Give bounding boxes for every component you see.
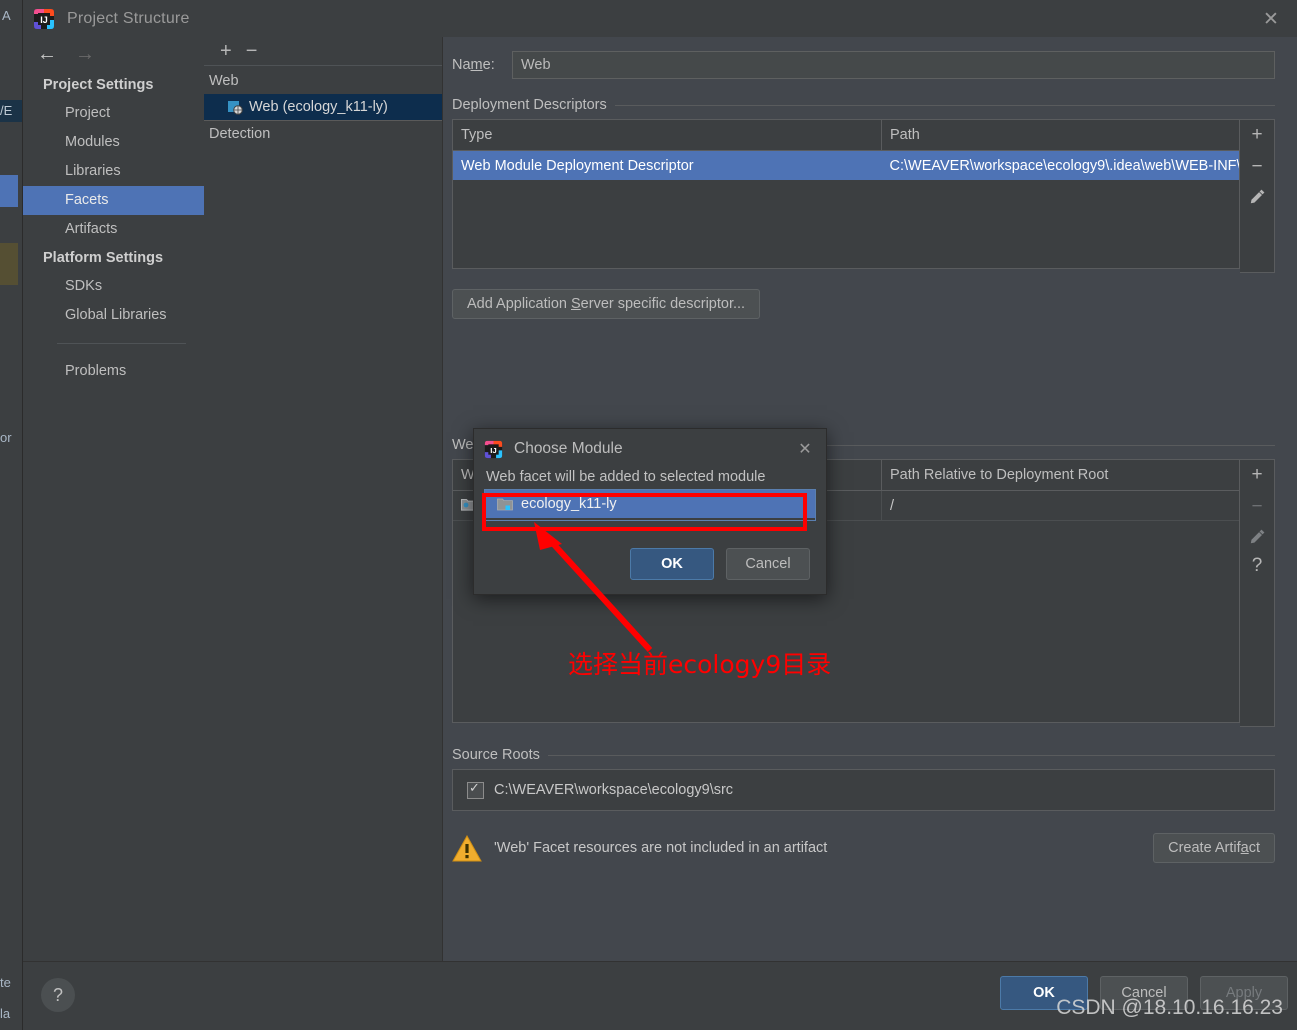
deployment-descriptors-table: Type Path Web Module Deployment Descript… <box>453 120 1239 180</box>
intellij-idea-icon: IJ <box>484 440 503 459</box>
forward-arrow-icon[interactable]: → <box>75 44 95 64</box>
source-root-path: C:\WEAVER\workspace\ecology9\src <box>494 782 734 798</box>
help-icon[interactable]: ? <box>1252 555 1263 577</box>
remove-facet-icon[interactable]: − <box>246 41 258 61</box>
warning-icon <box>452 834 482 862</box>
section-divider <box>614 104 1275 106</box>
table-header-row: Type Path <box>453 120 1239 151</box>
module-folder-icon <box>497 497 513 511</box>
remove-icon[interactable]: − <box>1251 156 1262 178</box>
deployment-descriptors-table-wrap: Type Path Web Module Deployment Descript… <box>452 119 1275 273</box>
facets-tree-group-web[interactable]: Web <box>204 68 442 94</box>
sidebar-item-artifacts[interactable]: Artifacts <box>23 215 204 244</box>
back-arrow-icon[interactable]: ← <box>37 44 57 64</box>
add-icon[interactable]: + <box>1251 464 1262 486</box>
column-header-path[interactable]: Path <box>881 120 1239 151</box>
facets-toolbar: + − <box>204 37 442 66</box>
create-artifact-button[interactable]: Create Artifact <box>1153 833 1275 863</box>
name-input[interactable] <box>512 51 1275 79</box>
source-roots-list: C:\WEAVER\workspace\ecology9\src <box>452 769 1275 811</box>
facets-tree-group-label: Web <box>209 73 239 89</box>
choose-module-dialog: IJ Choose Module ✕ Web facet will be add… <box>473 428 827 595</box>
section-divider <box>547 754 1275 756</box>
help-icon[interactable]: ? <box>41 978 75 1012</box>
sidebar-nav-arrows: ← → <box>23 37 204 71</box>
background-blue-marker <box>0 175 18 207</box>
add-facet-icon[interactable]: + <box>220 41 232 61</box>
background-fragment: /E <box>0 100 22 122</box>
sidebar-item-modules[interactable]: Modules <box>23 128 204 157</box>
add-descriptor-row: Add Application Server specific descript… <box>452 289 1275 319</box>
name-row: Name: <box>443 37 1297 79</box>
modal-cancel-button[interactable]: Cancel <box>726 548 810 580</box>
source-roots-section: Source Roots C:\WEAVER\workspace\ecology… <box>452 747 1275 811</box>
ide-background-left-strip <box>0 0 22 1030</box>
sidebar-group-project-settings: Project Settings <box>43 77 154 93</box>
background-fragment: or <box>0 430 12 445</box>
sidebar-divider <box>57 343 186 344</box>
edit-icon[interactable] <box>1249 188 1266 205</box>
sidebar-item-project[interactable]: Project <box>23 99 204 128</box>
choose-module-actions: OK Cancel <box>630 548 810 580</box>
sidebar-item-libraries[interactable]: Libraries <box>23 157 204 186</box>
remove-icon[interactable]: − <box>1251 496 1262 518</box>
annotation-text: 选择当前ecology9目录 <box>568 650 832 679</box>
window-title: Project Structure <box>67 9 190 27</box>
name-label: Name: <box>452 57 495 73</box>
watermark: CSDN @18.10.16.16.23 <box>1056 996 1283 1019</box>
section-title: Deployment Descriptors <box>452 97 607 113</box>
cell-type: Web Module Deployment Descriptor <box>453 150 882 180</box>
sidebar-item-global-libraries[interactable]: Global Libraries <box>23 301 204 330</box>
source-roots-header: Source Roots <box>452 747 1275 763</box>
add-application-server-descriptor-button[interactable]: Add Application Server specific descript… <box>452 289 761 319</box>
artifact-warning-row: 'Web' Facet resources are not included i… <box>452 833 1275 863</box>
facets-tree-group-label: Detection <box>209 126 271 142</box>
sidebar-item-problems[interactable]: Problems <box>23 357 204 386</box>
facets-tree-item-web-facet[interactable]: Web (ecology_k11-ly) <box>204 94 442 121</box>
svg-text:IJ: IJ <box>490 445 496 454</box>
background-fragment: la <box>0 1006 11 1021</box>
background-olive-marker <box>0 243 18 285</box>
column-header-type[interactable]: Type <box>453 120 882 151</box>
choose-module-title: Choose Module <box>514 440 623 457</box>
background-fragment: te <box>0 975 11 990</box>
sidebar-group-platform-settings: Platform Settings <box>43 250 164 266</box>
sidebar-item-sdks[interactable]: SDKs <box>23 272 204 301</box>
web-resource-tools: + − ? <box>1240 459 1275 727</box>
background-fragment: A <box>2 8 11 23</box>
facets-list-panel: + − Web Web (ecology_k11-ly) Detection <box>204 37 442 962</box>
modal-ok-button[interactable]: OK <box>630 548 714 580</box>
section-title: Source Roots <box>452 747 540 763</box>
settings-sidebar: ← → Project Settings Project Modules Lib… <box>23 37 205 962</box>
add-icon[interactable]: + <box>1251 124 1262 146</box>
edit-icon[interactable] <box>1249 528 1266 545</box>
column-header-path-relative[interactable]: Path Relative to Deployment Root <box>881 460 1239 491</box>
choose-module-description: Web facet will be added to selected modu… <box>486 469 766 485</box>
close-icon[interactable]: ✕ <box>1254 4 1288 34</box>
cell-path: C:\WEAVER\workspace\ecology9\.idea\web\W… <box>881 150 1239 180</box>
deployment-descriptors-tools: + − <box>1240 119 1275 273</box>
facets-tree-item-label: Web (ecology_k11-ly) <box>249 99 388 115</box>
cell-path-relative: / <box>881 490 1239 521</box>
title-bar: IJ Project Structure ✕ <box>23 0 1297 37</box>
module-list: ecology_k11-ly <box>484 489 816 521</box>
choose-module-title-bar: IJ Choose Module ✕ <box>474 429 826 469</box>
deployment-descriptors-header: Deployment Descriptors <box>452 97 1275 113</box>
module-name: ecology_k11-ly <box>521 496 617 512</box>
project-structure-window: A /E or te la y 19=1-1y IJ Project Struc… <box>0 0 1297 1030</box>
intellij-idea-icon: IJ <box>33 8 55 30</box>
close-icon[interactable]: ✕ <box>792 437 818 461</box>
web-facet-icon <box>228 100 243 115</box>
svg-text:IJ: IJ <box>40 15 48 25</box>
deployment-descriptors-section: Deployment Descriptors Type Path Web Mod… <box>452 97 1275 273</box>
warning-message: 'Web' Facet resources are not included i… <box>494 840 828 856</box>
facets-tree-group-detection[interactable]: Detection <box>204 121 442 147</box>
sidebar-item-facets[interactable]: Facets <box>23 186 204 215</box>
list-item[interactable]: ecology_k11-ly <box>485 490 815 518</box>
table-row[interactable]: Web Module Deployment Descriptor C:\WEAV… <box>453 150 1239 180</box>
facets-tree: Web Web (ecology_k11-ly) Detection <box>204 66 442 147</box>
source-root-checkbox[interactable] <box>467 780 484 799</box>
